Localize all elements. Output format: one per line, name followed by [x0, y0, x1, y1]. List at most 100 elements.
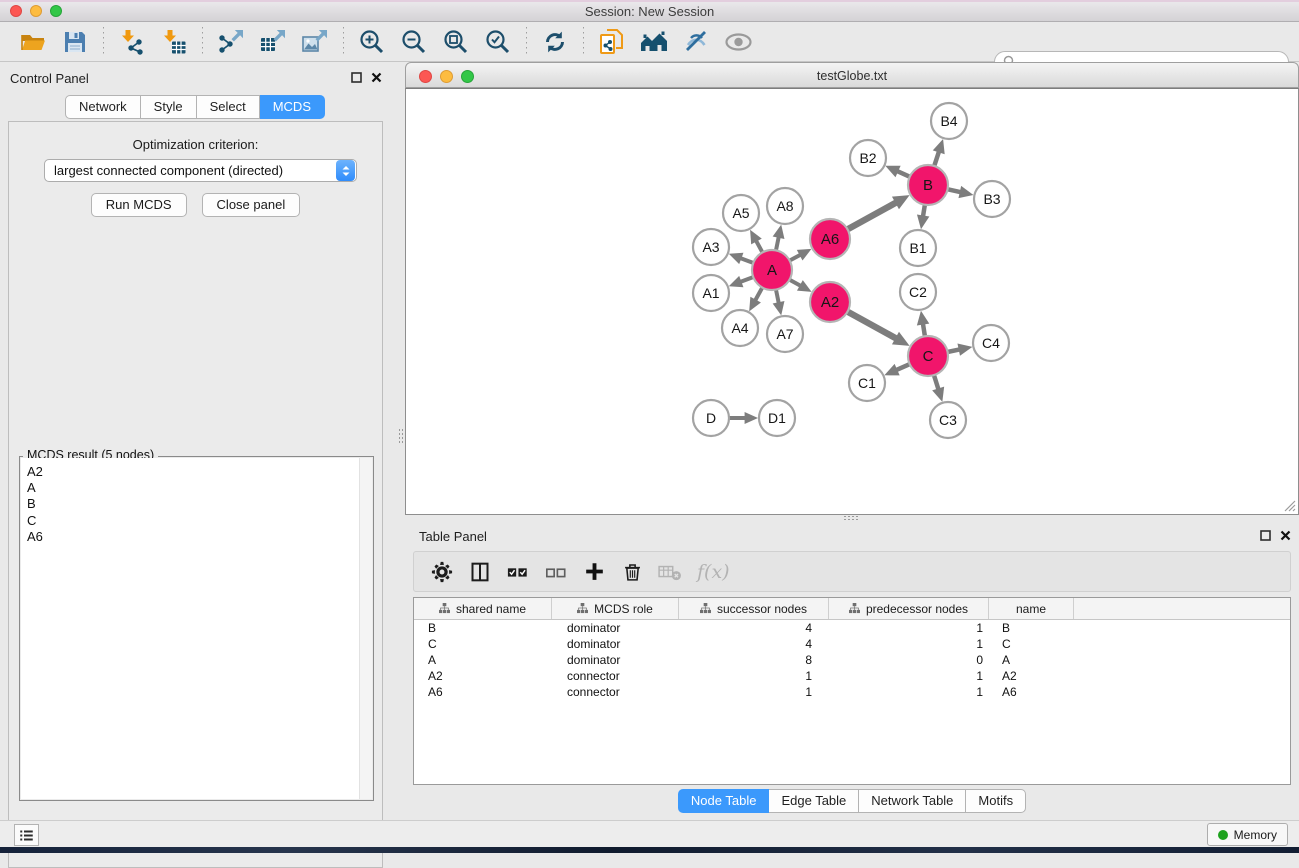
table-row[interactable]: B dominator 4 1 B [414, 620, 1290, 636]
mcds-result-list[interactable]: A2 A B C A6 [21, 458, 372, 799]
run-mcds-button[interactable]: Run MCDS [91, 193, 187, 217]
graph-node-label: A7 [776, 326, 793, 342]
tab-motifs[interactable]: Motifs [966, 789, 1026, 813]
mcds-result-groupbox: MCDS result (5 nodes) A2 A B C A6 [19, 456, 374, 801]
delete-table-icon[interactable] [655, 557, 685, 587]
deselect-all-icon[interactable] [541, 557, 571, 587]
graphics-details-icon[interactable] [679, 26, 713, 58]
list-item[interactable]: C [27, 513, 372, 529]
criterion-select[interactable]: largest connected component (directed) [44, 159, 357, 182]
table-row[interactable]: A6 connector 1 1 A6 [414, 684, 1290, 700]
tab-edge-table[interactable]: Edge Table [769, 789, 859, 813]
column-header-mcds-role[interactable]: MCDS role [552, 598, 679, 619]
list-item[interactable]: B [27, 496, 372, 512]
cell-predecessor-nodes[interactable]: 1 [829, 621, 989, 635]
table-settings-icon[interactable] [427, 557, 457, 587]
save-session-icon[interactable] [58, 26, 92, 58]
list-item[interactable]: A6 [27, 529, 372, 545]
optimization-criterion-label: Optimization criterion: [9, 137, 382, 152]
zoom-selected-icon[interactable] [481, 26, 515, 58]
resize-grip-icon[interactable] [1284, 500, 1296, 512]
cell-name[interactable]: B [989, 621, 1074, 635]
result-list-scrollbar[interactable] [359, 458, 372, 799]
cell-predecessor-nodes[interactable]: 1 [829, 685, 989, 699]
list-item[interactable]: A [27, 480, 372, 496]
float-panel-icon[interactable] [351, 72, 362, 83]
export-network-icon[interactable] [214, 26, 248, 58]
table-row[interactable]: C dominator 4 1 C [414, 636, 1290, 652]
open-session-icon[interactable] [16, 26, 50, 58]
close-panel-button[interactable]: Close panel [202, 193, 301, 217]
tab-style[interactable]: Style [141, 95, 197, 119]
tab-mcds[interactable]: MCDS [260, 95, 325, 119]
cell-predecessor-nodes[interactable]: 1 [829, 637, 989, 651]
network-window-titlebar[interactable]: testGlobe.txt [405, 62, 1299, 88]
cell-name[interactable]: A [989, 653, 1074, 667]
refresh-icon[interactable] [538, 26, 572, 58]
cell-mcds-role[interactable]: connector [552, 685, 679, 699]
column-header-name[interactable]: name [989, 598, 1074, 619]
float-panel-icon[interactable] [1260, 530, 1271, 541]
cell-shared-name[interactable]: C [414, 637, 552, 651]
graph-node-label: D1 [768, 410, 786, 426]
tab-network-table[interactable]: Network Table [859, 789, 966, 813]
zoom-fit-icon[interactable] [439, 26, 473, 58]
cell-mcds-role[interactable]: dominator [552, 653, 679, 667]
cell-name[interactable]: C [989, 637, 1074, 651]
control-panel-tabs: Network Style Select MCDS [0, 95, 390, 119]
graph-edge[interactable] [846, 311, 897, 339]
cell-shared-name[interactable]: A [414, 653, 552, 667]
function-builder-icon[interactable]: f(x) [693, 557, 737, 587]
export-image-icon[interactable] [298, 26, 332, 58]
zoom-out-icon[interactable] [397, 26, 431, 58]
import-table-icon[interactable] [157, 26, 191, 58]
delete-column-icon[interactable] [617, 557, 647, 587]
cell-shared-name[interactable]: B [414, 621, 552, 635]
export-table-icon[interactable] [256, 26, 290, 58]
close-panel-icon[interactable] [1280, 530, 1291, 541]
cell-shared-name[interactable]: A6 [414, 685, 552, 699]
column-header-predecessor-nodes[interactable]: predecessor nodes [829, 598, 989, 619]
column-header-shared-name[interactable]: shared name [414, 598, 552, 619]
cell-successor-nodes[interactable]: 4 [679, 637, 829, 651]
cell-successor-nodes[interactable]: 1 [679, 669, 829, 683]
cell-name[interactable]: A6 [989, 685, 1074, 699]
graph-node-label: B2 [859, 150, 876, 166]
cell-successor-nodes[interactable]: 1 [679, 685, 829, 699]
task-history-button[interactable] [14, 824, 39, 846]
ndex-home-icon[interactable] [637, 26, 671, 58]
memory-button[interactable]: Memory [1207, 823, 1288, 846]
network-window-title: testGlobe.txt [406, 69, 1298, 83]
graph-edge[interactable] [846, 202, 897, 230]
cell-successor-nodes[interactable]: 8 [679, 653, 829, 667]
cell-name[interactable]: A2 [989, 669, 1074, 683]
column-header-successor-nodes[interactable]: successor nodes [679, 598, 829, 619]
tab-node-table[interactable]: Node Table [678, 789, 770, 813]
list-item[interactable]: A2 [27, 464, 372, 480]
node-table[interactable]: shared name MCDS role successor nodes pr… [413, 597, 1291, 785]
column-visibility-icon[interactable] [465, 557, 495, 587]
graph-node-label: C [923, 348, 934, 365]
select-all-icon[interactable] [503, 557, 533, 587]
cell-successor-nodes[interactable]: 4 [679, 621, 829, 635]
table-row[interactable]: A2 connector 1 1 A2 [414, 668, 1290, 684]
tab-network[interactable]: Network [65, 95, 141, 119]
edge-arrowhead-icon [773, 301, 785, 315]
cell-predecessor-nodes[interactable]: 1 [829, 669, 989, 683]
tab-select[interactable]: Select [197, 95, 260, 119]
network-canvas[interactable]: AA1A2A3A4A5A6A7A8BB1B2B3B4CC1C2C3C4DD1 [405, 88, 1299, 515]
cell-mcds-role[interactable]: dominator [552, 637, 679, 651]
main-toolbar [0, 22, 1299, 62]
table-row[interactable]: A dominator 8 0 A [414, 652, 1290, 668]
eye-icon[interactable] [721, 26, 755, 58]
zoom-in-icon[interactable] [355, 26, 389, 58]
cell-shared-name[interactable]: A2 [414, 669, 552, 683]
cyndex-icon[interactable] [595, 26, 629, 58]
cell-mcds-role[interactable]: dominator [552, 621, 679, 635]
add-column-icon[interactable] [579, 557, 609, 587]
import-network-icon[interactable] [115, 26, 149, 58]
cell-predecessor-nodes[interactable]: 0 [829, 653, 989, 667]
cell-mcds-role[interactable]: connector [552, 669, 679, 683]
close-panel-icon[interactable] [371, 72, 382, 83]
panel-splitter-handle[interactable] [398, 428, 404, 444]
